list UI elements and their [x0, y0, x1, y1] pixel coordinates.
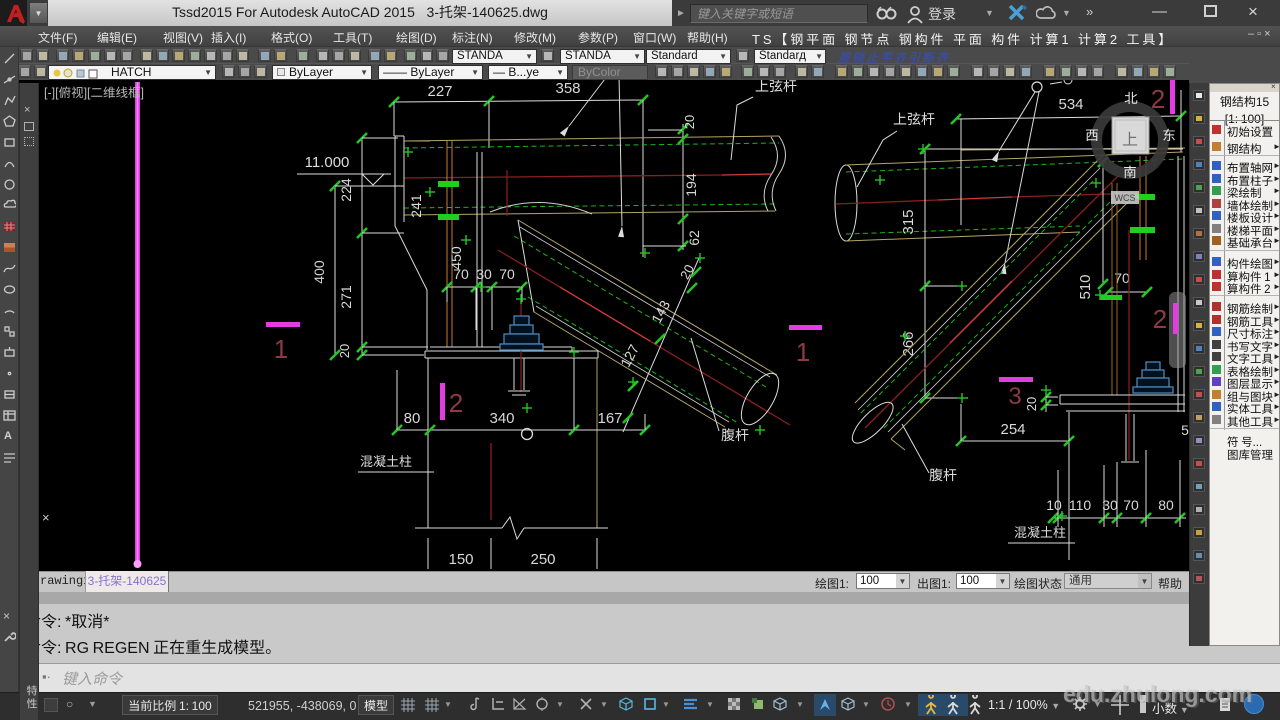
svg-text:241: 241: [408, 194, 424, 218]
svg-text:东: 东: [1162, 128, 1176, 143]
svg-text:340: 340: [489, 410, 514, 427]
svg-text:5: 5: [1181, 422, 1189, 438]
svg-text:2: 2: [449, 388, 463, 418]
svg-text:10: 10: [1046, 497, 1062, 513]
svg-text:西: 西: [1085, 128, 1099, 143]
svg-text:150: 150: [448, 551, 473, 568]
svg-text:3: 3: [1008, 383, 1021, 410]
svg-text:20: 20: [682, 115, 697, 129]
svg-text:254: 254: [1000, 421, 1025, 438]
svg-text:80: 80: [404, 410, 421, 427]
svg-text:315: 315: [900, 209, 917, 234]
svg-text:62: 62: [686, 230, 702, 246]
svg-text:250: 250: [530, 551, 555, 568]
svg-text:11.000: 11.000: [305, 154, 350, 171]
svg-text:1: 1: [796, 337, 810, 367]
svg-text:混凝土柱: 混凝土柱: [360, 454, 412, 469]
svg-text:110: 110: [1069, 497, 1092, 513]
svg-text:20: 20: [1024, 397, 1039, 411]
svg-text:70: 70: [1123, 497, 1139, 513]
svg-text:30: 30: [476, 266, 492, 282]
svg-text:30: 30: [1102, 497, 1118, 513]
svg-text:143: 143: [648, 297, 673, 325]
svg-text:上弦杆: 上弦杆: [755, 78, 797, 94]
svg-text:271: 271: [338, 285, 354, 309]
svg-text:上: 上: [1122, 131, 1138, 149]
svg-text:80: 80: [1158, 497, 1174, 513]
svg-text:70: 70: [499, 266, 515, 282]
svg-text:1: 1: [274, 334, 288, 364]
svg-text:20: 20: [677, 262, 697, 282]
svg-text:北: 北: [1124, 91, 1138, 106]
svg-text:400: 400: [311, 260, 327, 284]
svg-text:534: 534: [1058, 96, 1083, 113]
svg-text:上弦杆: 上弦杆: [893, 111, 935, 127]
svg-text:358: 358: [555, 80, 580, 97]
svg-text:127: 127: [617, 341, 642, 369]
svg-text:2: 2: [1153, 304, 1167, 334]
svg-text:227: 227: [427, 83, 452, 100]
svg-text:南: 南: [1123, 165, 1137, 180]
svg-text:腹杆: 腹杆: [721, 427, 749, 443]
svg-text:510: 510: [1077, 274, 1094, 299]
svg-text:194: 194: [683, 173, 699, 197]
svg-text:混凝土柱: 混凝土柱: [1014, 525, 1066, 540]
svg-text:70: 70: [453, 266, 469, 282]
svg-text:167: 167: [597, 410, 622, 427]
svg-text:WCS: WCS: [1115, 193, 1136, 203]
svg-text:腹杆: 腹杆: [929, 467, 957, 483]
